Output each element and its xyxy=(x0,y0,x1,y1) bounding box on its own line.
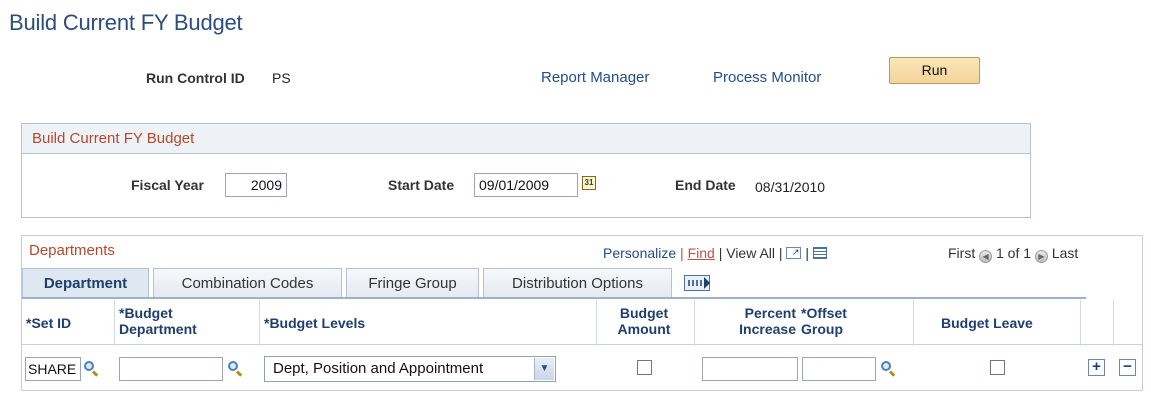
grid-title: Departments xyxy=(29,242,115,259)
calendar-icon[interactable]: 31 xyxy=(582,176,596,190)
tab-fringe-group[interactable]: Fringe Group xyxy=(346,268,479,298)
lookup-handle xyxy=(888,370,896,377)
grid-toolbar: Personalize | Find | View All | ↗ | xyxy=(603,245,827,261)
build-budget-group: Build Current FY Budget xyxy=(21,123,1031,218)
col-header-line: Percent xyxy=(744,305,796,321)
pager-range: 1 of 1 xyxy=(996,245,1032,261)
set-id-lookup-icon[interactable] xyxy=(83,360,99,377)
col-header-budget-amount: Budget Amount xyxy=(612,305,676,337)
download-grid-icon[interactable] xyxy=(812,247,827,259)
offset-group-lookup-icon[interactable] xyxy=(880,360,896,377)
col-header-line: Increase xyxy=(739,321,796,337)
report-manager-link[interactable]: Report Manager xyxy=(541,69,649,86)
personalize-link[interactable]: Personalize xyxy=(603,245,676,261)
lookup-lens xyxy=(881,361,891,371)
previous-icon[interactable]: ◀ xyxy=(979,250,993,263)
col-header-line: Budget xyxy=(619,305,669,321)
offset-group-input[interactable] xyxy=(802,357,876,381)
toolbar-separator: | xyxy=(680,245,684,261)
lookup-lens xyxy=(84,361,94,371)
lookup-lens xyxy=(228,361,238,371)
col-header-line: Group xyxy=(801,321,843,337)
end-date-label: End Date xyxy=(675,177,736,193)
budget-leave-checkbox[interactable] xyxy=(990,360,1005,375)
grid-pager: First ◀ 1 of 1 ▶ Last xyxy=(948,245,1078,263)
toolbar-separator: | xyxy=(805,245,809,261)
tab-distribution-options[interactable]: Distribution Options xyxy=(483,268,672,298)
fiscal-year-input[interactable]: 2009 xyxy=(225,173,287,197)
lookup-handle xyxy=(235,370,243,377)
start-date-label: Start Date xyxy=(388,177,455,193)
show-all-columns-icon[interactable] xyxy=(684,275,710,291)
columns-icon-bars xyxy=(688,280,704,286)
next-icon[interactable]: ▶ xyxy=(1034,250,1048,263)
chevron-down-icon[interactable]: ▼ xyxy=(534,358,554,380)
set-id-input[interactable]: SHARE xyxy=(25,357,81,381)
toolbar-separator: | xyxy=(778,245,783,261)
col-header-offset-group: *Offset Group xyxy=(801,305,847,337)
percent-increase-input[interactable] xyxy=(702,357,798,381)
group-title: Build Current FY Budget xyxy=(22,124,1030,154)
delete-row-button[interactable]: − xyxy=(1119,359,1136,376)
col-header-set-id: *Set ID xyxy=(26,315,72,331)
zoom-icon[interactable]: ↗ xyxy=(786,247,802,259)
col-header-line: *Offset xyxy=(801,305,847,321)
run-button[interactable]: Run xyxy=(889,57,980,84)
end-date-value: 08/31/2010 xyxy=(755,179,826,195)
view-all-link[interactable]: View All xyxy=(726,245,775,261)
col-header-line: *Budget xyxy=(119,305,173,321)
start-date-input[interactable]: 09/01/2009 xyxy=(474,173,578,197)
col-header-budget-leave: Budget Leave xyxy=(941,315,1033,331)
col-header-budget-department: *Budget Department xyxy=(119,305,197,337)
budget-amount-checkbox[interactable] xyxy=(637,360,652,375)
last-label: Last xyxy=(1051,245,1079,261)
process-monitor-link[interactable]: Process Monitor xyxy=(713,69,821,86)
lookup-handle xyxy=(91,370,99,377)
find-link[interactable]: Find xyxy=(688,245,715,261)
col-header-line: Amount xyxy=(617,321,671,337)
col-header-percent-increase: Percent Increase xyxy=(716,305,796,337)
tab-underline xyxy=(22,297,1086,299)
toolbar-separator: | xyxy=(718,245,723,261)
first-label: First xyxy=(948,245,976,261)
budget-department-input[interactable] xyxy=(119,357,223,381)
page-title: Build Current FY Budget xyxy=(9,10,243,35)
col-header-budget-levels: *Budget Levels xyxy=(264,315,366,331)
budget-department-lookup-icon[interactable] xyxy=(227,360,243,377)
expand-arrow-icon xyxy=(704,277,710,289)
col-header-line: Department xyxy=(119,321,197,337)
tab-combination-codes[interactable]: Combination Codes xyxy=(153,268,342,298)
run-control-value: PS xyxy=(272,70,291,86)
fiscal-year-label: Fiscal Year xyxy=(131,177,204,193)
budget-levels-selected-value: Dept, Position and Appointment xyxy=(273,360,484,377)
run-control-label: Run Control ID xyxy=(146,70,245,86)
add-row-button[interactable]: + xyxy=(1088,359,1105,376)
budget-levels-select[interactable]: Dept, Position and Appointment ▼ xyxy=(264,356,556,382)
tab-department[interactable]: Department xyxy=(22,268,149,298)
